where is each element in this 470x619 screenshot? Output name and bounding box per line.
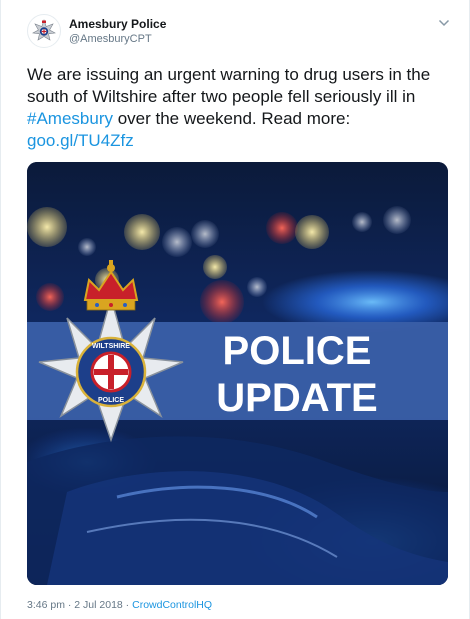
tweet-menu-button[interactable] bbox=[437, 16, 451, 30]
tweet-text-part2: over the weekend. Read more: bbox=[112, 109, 351, 128]
badge-top-text: WILTSHIRE bbox=[92, 343, 130, 350]
tweet-time[interactable]: 3:46 pm bbox=[27, 599, 65, 611]
display-name[interactable]: Amesbury Police bbox=[69, 16, 166, 32]
avatar[interactable] bbox=[27, 14, 61, 48]
url-link[interactable]: goo.gl/TU4Zfz bbox=[27, 131, 134, 150]
hashtag-link[interactable]: #Amesbury bbox=[27, 109, 113, 128]
headline-line1: POLICE bbox=[223, 329, 372, 373]
tweet-card[interactable]: Amesbury Police @AmesburyCPT We are issu… bbox=[0, 0, 470, 619]
chevron-down-icon bbox=[438, 19, 450, 27]
tweet-text-part1: We are issuing an urgent warning to drug… bbox=[27, 65, 431, 106]
tweet-meta: 3:46 pm · 2 Jul 2018 · CrowdControlHQ bbox=[27, 599, 212, 611]
tweet-text: We are issuing an urgent warning to drug… bbox=[27, 64, 447, 152]
badge-bottom-text: POLICE bbox=[98, 397, 124, 404]
meta-separator-1: · bbox=[64, 599, 75, 611]
handle[interactable]: @AmesburyCPT bbox=[69, 32, 166, 47]
author-names: Amesbury Police @AmesburyCPT bbox=[69, 16, 166, 47]
meta-separator-2: · bbox=[122, 599, 133, 611]
tweet-source[interactable]: CrowdControlHQ bbox=[132, 599, 212, 611]
tweet-date[interactable]: 2 Jul 2018 bbox=[74, 599, 122, 611]
headline-line2: UPDATE bbox=[216, 376, 377, 420]
police-update-graphic: POLICE UPDATE WILTSHIRE POLICE bbox=[27, 162, 448, 585]
police-star-icon bbox=[32, 19, 56, 41]
tweet-media-image[interactable]: POLICE UPDATE WILTSHIRE POLICE bbox=[27, 162, 448, 585]
